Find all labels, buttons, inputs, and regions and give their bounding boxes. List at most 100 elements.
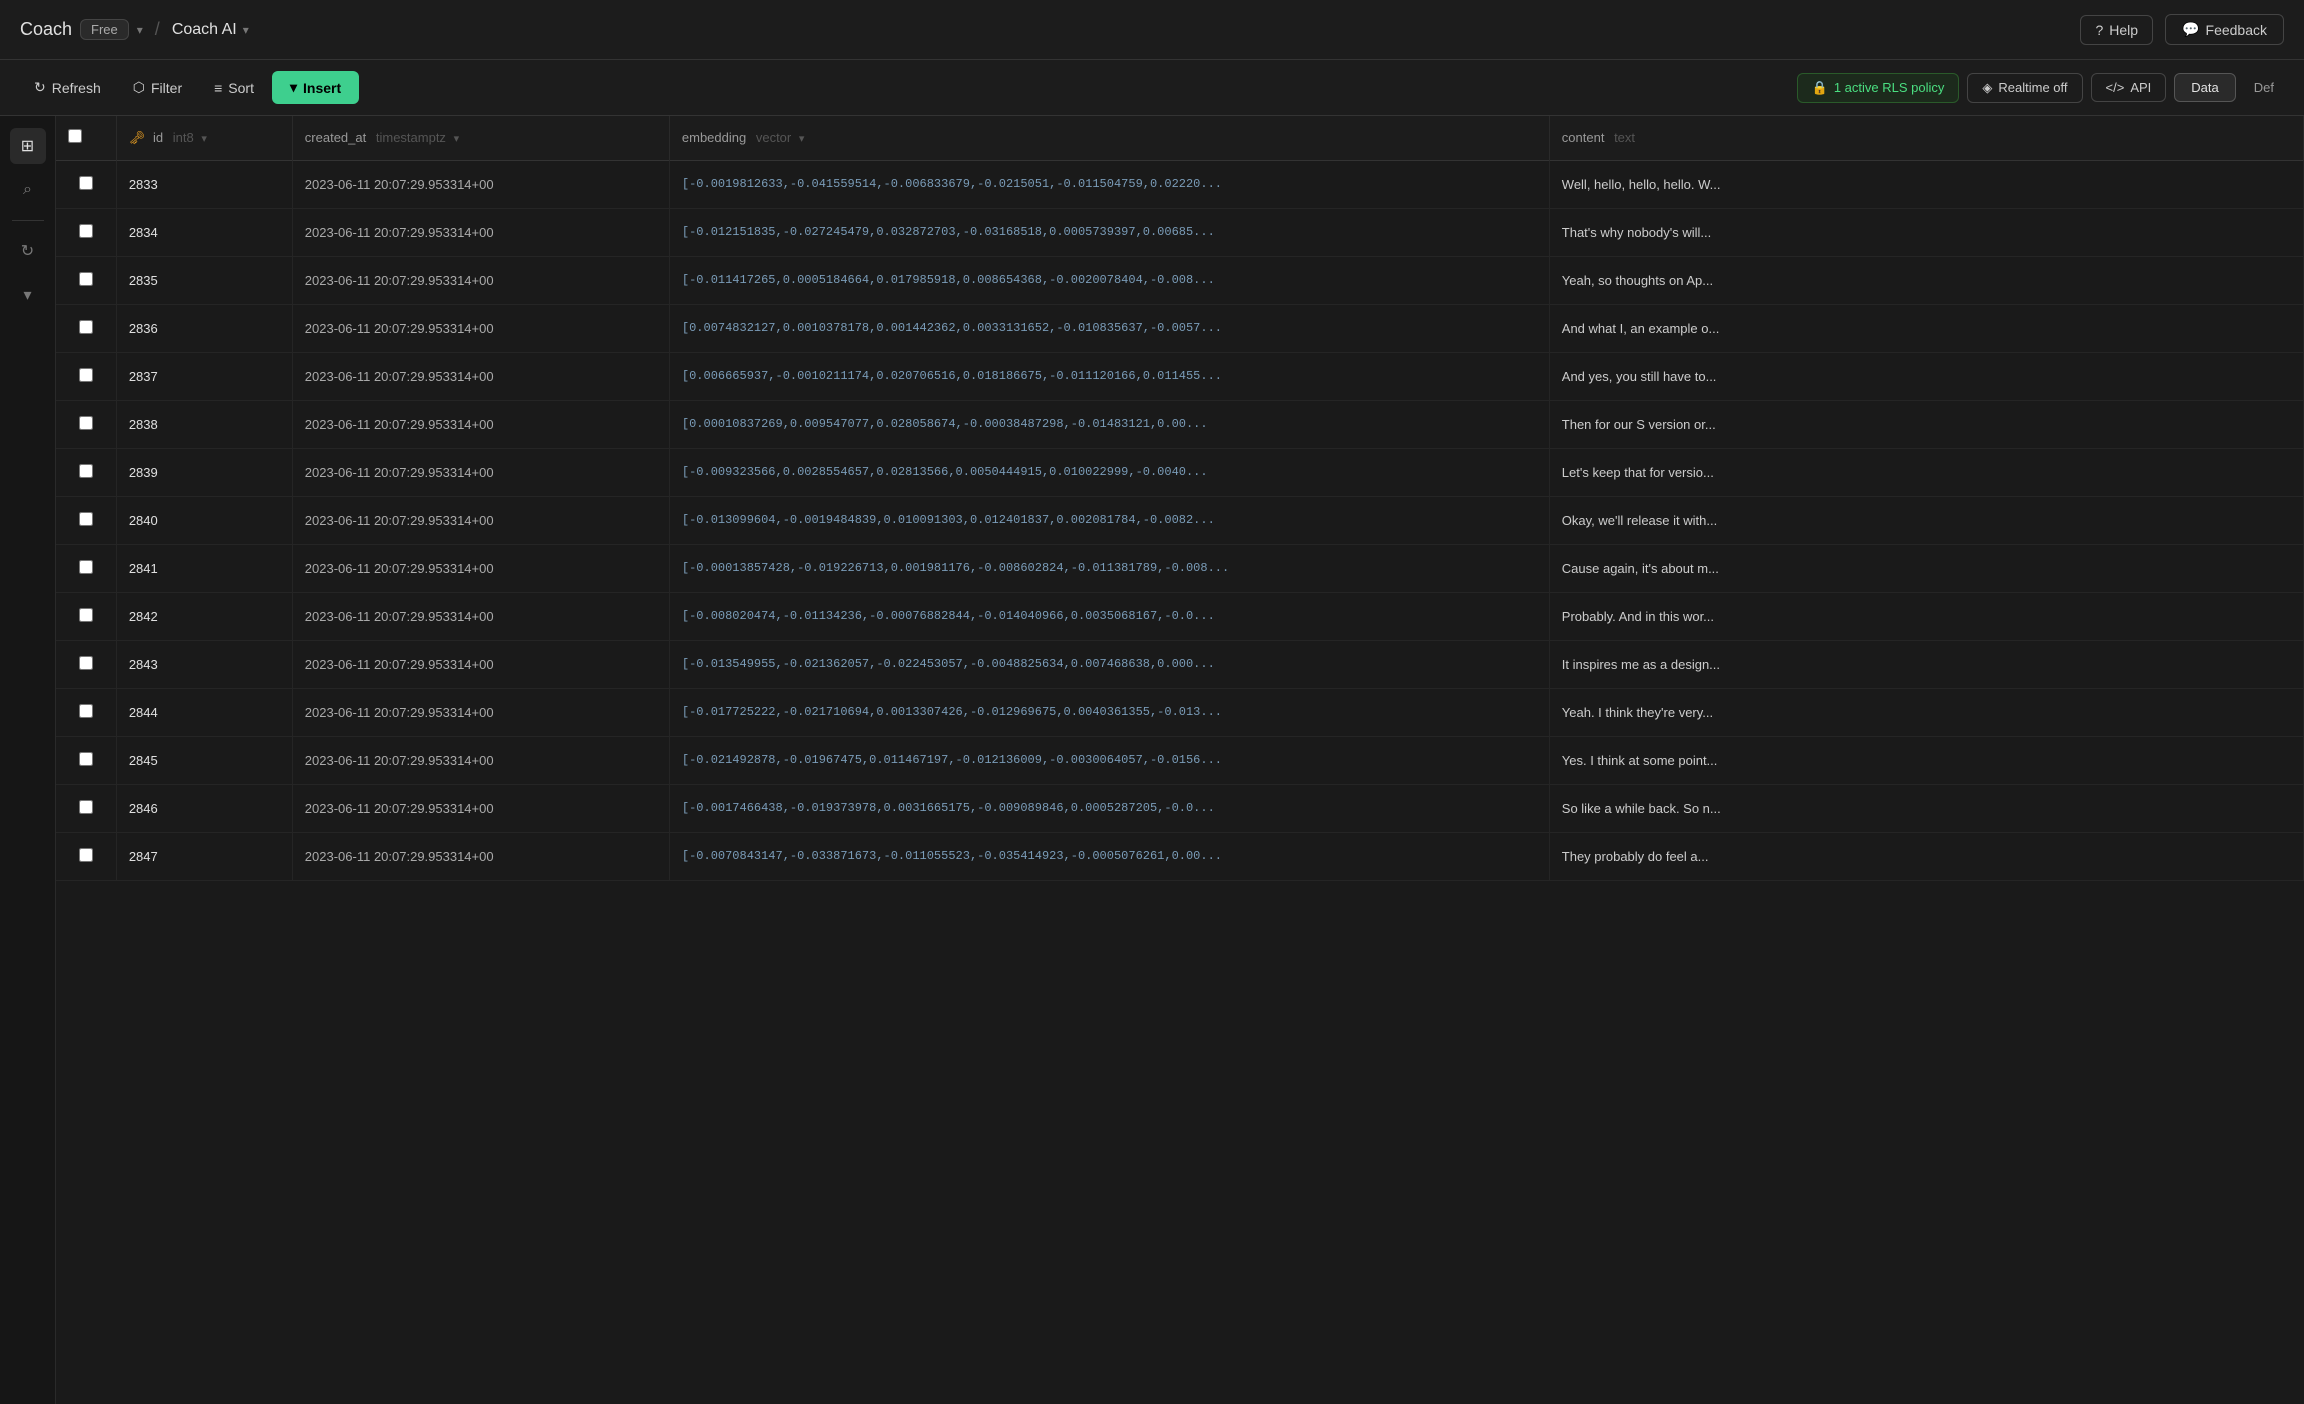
row-checkbox-cell[interactable] — [56, 592, 116, 640]
cell-id[interactable]: 2844 — [116, 688, 292, 736]
cell-id[interactable]: 2836 — [116, 304, 292, 352]
cell-content[interactable]: Let's keep that for versio... — [1549, 448, 2303, 496]
cell-content[interactable]: That's why nobody's will... — [1549, 208, 2303, 256]
cell-created-at[interactable]: 2023-06-11 20:07:29.953314+00 — [292, 736, 669, 784]
row-checkbox[interactable] — [79, 320, 93, 334]
cell-embedding[interactable]: [-0.0019812633,-0.041559514,-0.006833679… — [669, 160, 1549, 208]
cell-id[interactable]: 2833 — [116, 160, 292, 208]
realtime-button[interactable]: ◈ Realtime off — [1967, 73, 2082, 103]
cell-embedding[interactable]: [-0.012151835,-0.027245479,0.032872703,-… — [669, 208, 1549, 256]
col-id-sort-icon[interactable]: ▾ — [201, 132, 207, 145]
table-row[interactable]: 2839 2023-06-11 20:07:29.953314+00 [-0.0… — [56, 448, 2304, 496]
row-checkbox[interactable] — [79, 800, 93, 814]
table-row[interactable]: 2845 2023-06-11 20:07:29.953314+00 [-0.0… — [56, 736, 2304, 784]
data-view-button[interactable]: Data — [2174, 73, 2235, 102]
table-row[interactable]: 2846 2023-06-11 20:07:29.953314+00 [-0.0… — [56, 784, 2304, 832]
cell-content[interactable]: And what I, an example o... — [1549, 304, 2303, 352]
cell-created-at[interactable]: 2023-06-11 20:07:29.953314+00 — [292, 784, 669, 832]
select-all-checkbox[interactable] — [68, 129, 82, 143]
cell-id[interactable]: 2840 — [116, 496, 292, 544]
rls-policy-button[interactable]: 🔒 1 active RLS policy — [1797, 73, 1960, 103]
row-checkbox[interactable] — [79, 560, 93, 574]
row-checkbox[interactable] — [79, 512, 93, 526]
cell-embedding[interactable]: [0.00010837269,0.009547077,0.028058674,-… — [669, 400, 1549, 448]
cell-content[interactable]: Probably. And in this wor... — [1549, 592, 2303, 640]
refresh-button[interactable]: ↻ Refresh — [20, 71, 115, 104]
cell-embedding[interactable]: [-0.0017466438,-0.019373978,0.0031665175… — [669, 784, 1549, 832]
cell-content[interactable]: Cause again, it's about m... — [1549, 544, 2303, 592]
row-checkbox[interactable] — [79, 848, 93, 862]
row-checkbox-cell[interactable] — [56, 352, 116, 400]
row-checkbox[interactable] — [79, 176, 93, 190]
table-container[interactable]: 🗝 id int8 ▾ created_at timestamptz ▾ emb… — [56, 116, 2304, 1404]
sidebar-icon-refresh[interactable]: ↻ — [10, 233, 46, 269]
cell-embedding[interactable]: [-0.0070843147,-0.033871673,-0.011055523… — [669, 832, 1549, 880]
cell-content[interactable]: Yes. I think at some point... — [1549, 736, 2303, 784]
cell-id[interactable]: 2845 — [116, 736, 292, 784]
th-embedding[interactable]: embedding vector ▾ — [669, 116, 1549, 160]
cell-content[interactable]: So like a while back. So n... — [1549, 784, 2303, 832]
table-row[interactable]: 2836 2023-06-11 20:07:29.953314+00 [0.00… — [56, 304, 2304, 352]
cell-content[interactable]: They probably do feel a... — [1549, 832, 2303, 880]
row-checkbox-cell[interactable] — [56, 544, 116, 592]
table-row[interactable]: 2833 2023-06-11 20:07:29.953314+00 [-0.0… — [56, 160, 2304, 208]
row-checkbox[interactable] — [79, 752, 93, 766]
cell-created-at[interactable]: 2023-06-11 20:07:29.953314+00 — [292, 640, 669, 688]
table-row[interactable]: 2843 2023-06-11 20:07:29.953314+00 [-0.0… — [56, 640, 2304, 688]
cell-content[interactable]: Okay, we'll release it with... — [1549, 496, 2303, 544]
cell-content[interactable]: And yes, you still have to... — [1549, 352, 2303, 400]
cell-embedding[interactable]: [-0.008020474,-0.01134236,-0.00076882844… — [669, 592, 1549, 640]
nav-brand[interactable]: Coach Free ▾ — [20, 19, 143, 40]
table-row[interactable]: 2840 2023-06-11 20:07:29.953314+00 [-0.0… — [56, 496, 2304, 544]
row-checkbox[interactable] — [79, 416, 93, 430]
th-content[interactable]: content text — [1549, 116, 2303, 160]
row-checkbox[interactable] — [79, 224, 93, 238]
cell-id[interactable]: 2837 — [116, 352, 292, 400]
cell-id[interactable]: 2843 — [116, 640, 292, 688]
sidebar-icon-table[interactable]: ⊞ — [10, 128, 46, 164]
cell-created-at[interactable]: 2023-06-11 20:07:29.953314+00 — [292, 352, 669, 400]
cell-created-at[interactable]: 2023-06-11 20:07:29.953314+00 — [292, 832, 669, 880]
row-checkbox-cell[interactable] — [56, 448, 116, 496]
th-created-at[interactable]: created_at timestamptz ▾ — [292, 116, 669, 160]
help-button[interactable]: ? Help — [2080, 15, 2153, 45]
th-checkbox[interactable] — [56, 116, 116, 160]
cell-content[interactable]: Then for our S version or... — [1549, 400, 2303, 448]
cell-embedding[interactable]: [-0.013549955,-0.021362057,-0.022453057,… — [669, 640, 1549, 688]
row-checkbox-cell[interactable] — [56, 304, 116, 352]
table-row[interactable]: 2842 2023-06-11 20:07:29.953314+00 [-0.0… — [56, 592, 2304, 640]
row-checkbox-cell[interactable] — [56, 640, 116, 688]
cell-id[interactable]: 2847 — [116, 832, 292, 880]
row-checkbox[interactable] — [79, 704, 93, 718]
table-row[interactable]: 2841 2023-06-11 20:07:29.953314+00 [-0.0… — [56, 544, 2304, 592]
cell-embedding[interactable]: [0.006665937,-0.0010211174,0.020706516,0… — [669, 352, 1549, 400]
sort-button[interactable]: ≡ Sort — [200, 72, 268, 104]
row-checkbox-cell[interactable] — [56, 496, 116, 544]
feedback-button[interactable]: 💬 Feedback — [2165, 14, 2284, 45]
cell-id[interactable]: 2841 — [116, 544, 292, 592]
col-created-at-sort-icon[interactable]: ▾ — [454, 132, 460, 145]
table-row[interactable]: 2838 2023-06-11 20:07:29.953314+00 [0.00… — [56, 400, 2304, 448]
row-checkbox-cell[interactable] — [56, 784, 116, 832]
row-checkbox-cell[interactable] — [56, 688, 116, 736]
row-checkbox[interactable] — [79, 464, 93, 478]
row-checkbox-cell[interactable] — [56, 832, 116, 880]
sidebar-icon-search[interactable]: ⌕ — [10, 172, 46, 208]
cell-embedding[interactable]: [-0.021492878,-0.01967475,0.011467197,-0… — [669, 736, 1549, 784]
col-embedding-sort-icon[interactable]: ▾ — [799, 132, 805, 145]
project-selector[interactable]: Coach AI ▾ — [172, 21, 249, 39]
cell-created-at[interactable]: 2023-06-11 20:07:29.953314+00 — [292, 688, 669, 736]
filter-button[interactable]: ⬡ Filter — [119, 71, 196, 104]
cell-embedding[interactable]: [-0.013099604,-0.0019484839,0.010091303,… — [669, 496, 1549, 544]
cell-embedding[interactable]: [-0.00013857428,-0.019226713,0.001981176… — [669, 544, 1549, 592]
table-row[interactable]: 2844 2023-06-11 20:07:29.953314+00 [-0.0… — [56, 688, 2304, 736]
cell-content[interactable]: Yeah. I think they're very... — [1549, 688, 2303, 736]
row-checkbox-cell[interactable] — [56, 160, 116, 208]
cell-created-at[interactable]: 2023-06-11 20:07:29.953314+00 — [292, 544, 669, 592]
def-view-button[interactable]: Def — [2244, 74, 2284, 101]
cell-embedding[interactable]: [-0.011417265,0.0005184664,0.017985918,0… — [669, 256, 1549, 304]
cell-content[interactable]: Well, hello, hello, hello. W... — [1549, 160, 2303, 208]
row-checkbox[interactable] — [79, 608, 93, 622]
row-checkbox[interactable] — [79, 368, 93, 382]
row-checkbox-cell[interactable] — [56, 256, 116, 304]
